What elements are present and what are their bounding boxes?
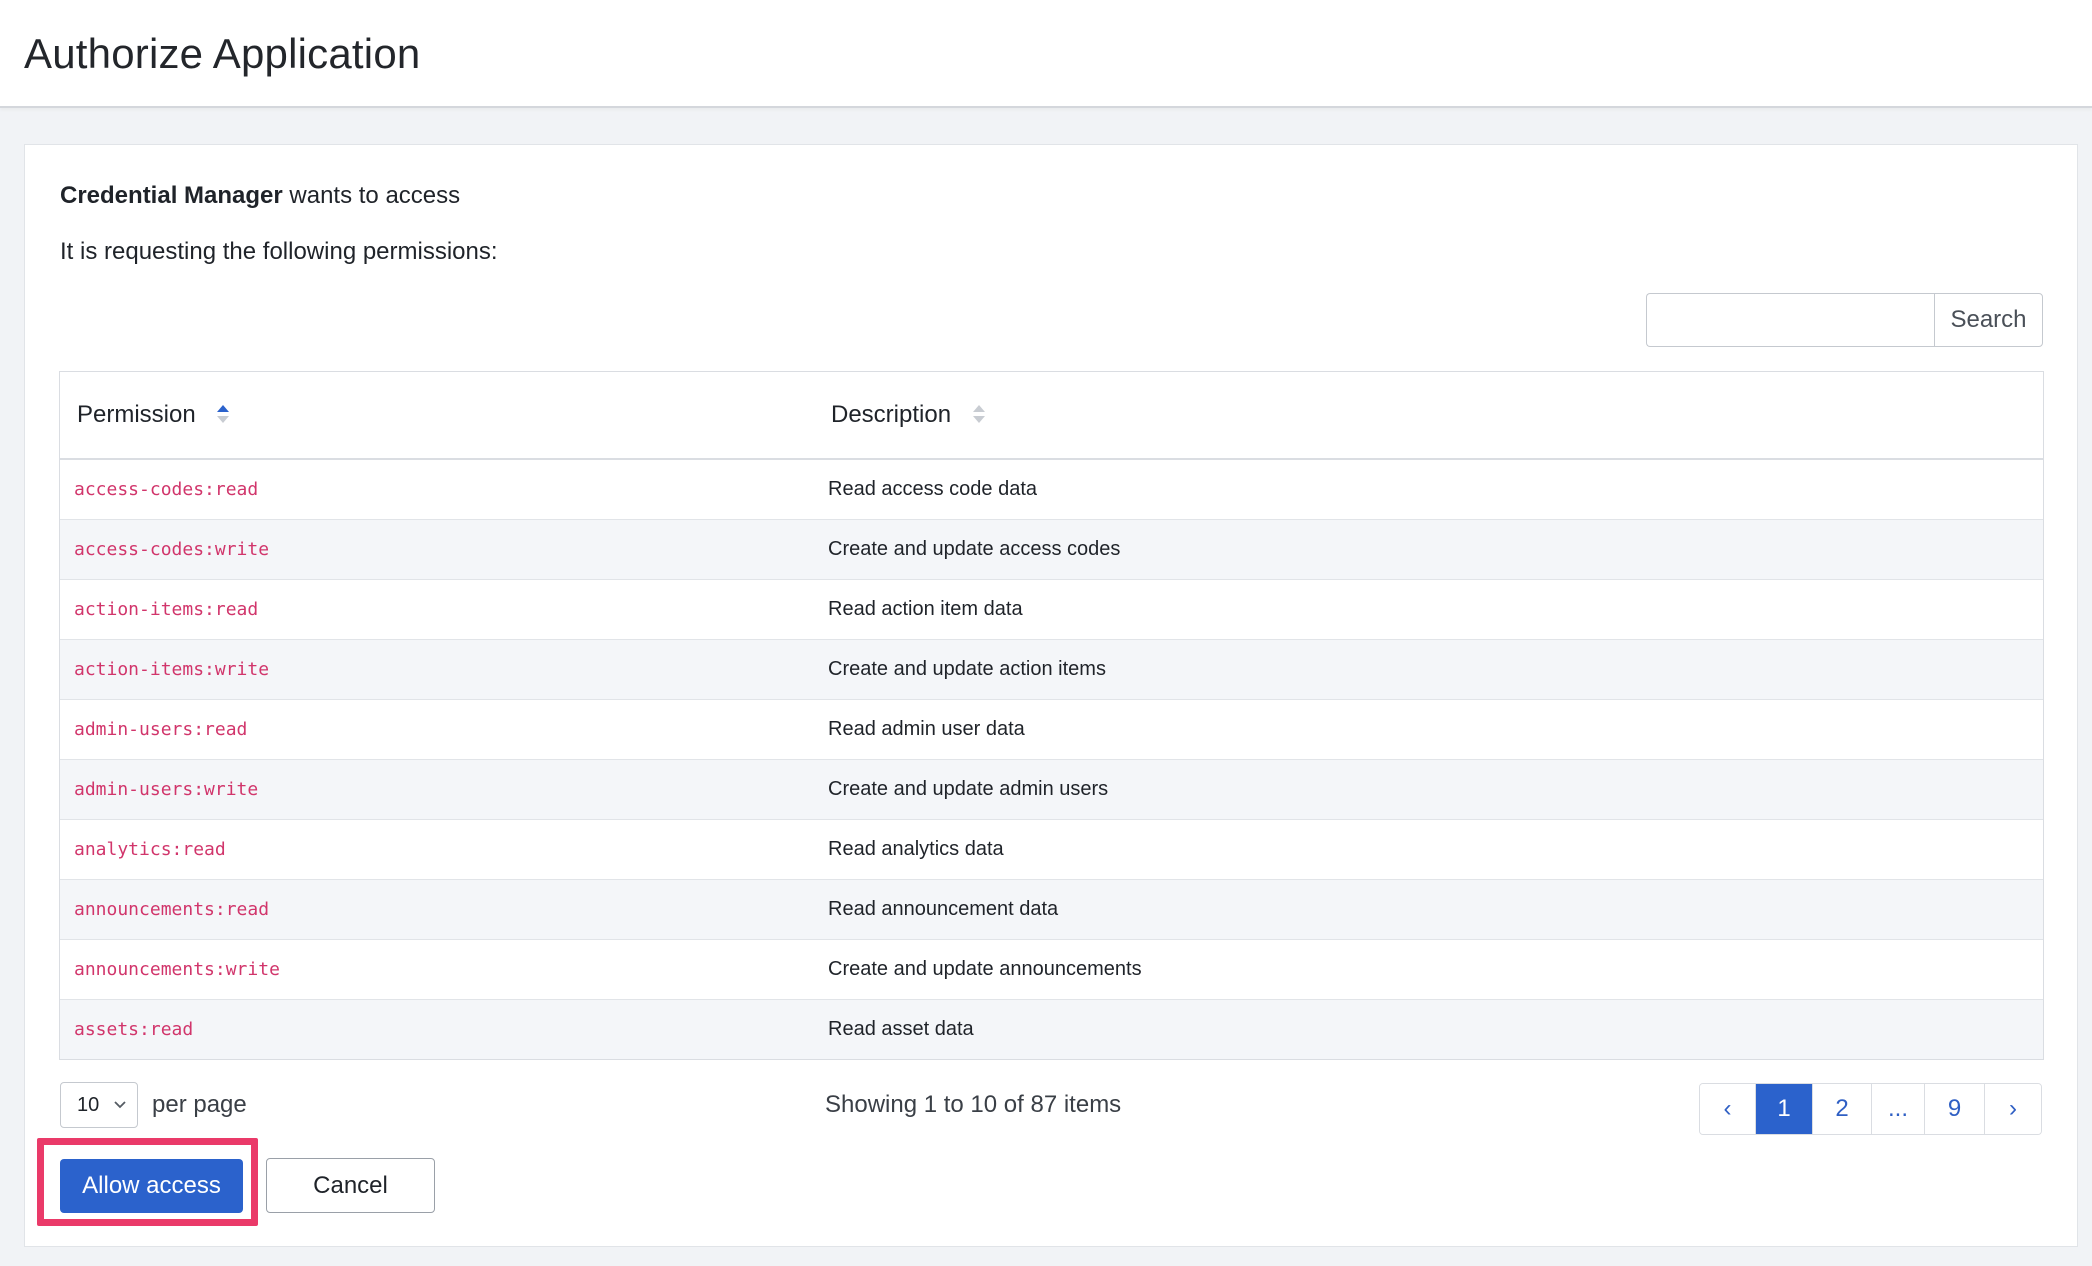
permission-cell: admin-users:read — [60, 699, 812, 760]
description-cell: Read admin user data — [812, 699, 2043, 760]
column-header-label: Description — [831, 401, 952, 428]
permission-cell: announcements:read — [60, 879, 812, 940]
description-cell: Create and update announcements — [812, 939, 2043, 1000]
permissions-table: Permission Description access-codes:read… — [59, 371, 2044, 1060]
allow-access-button[interactable]: Allow access — [60, 1159, 243, 1213]
permission-cell: admin-users:write — [60, 759, 812, 820]
search-button[interactable]: Search — [1934, 293, 2043, 347]
table-row: analytics:read Read analytics data — [60, 819, 2043, 880]
description-cell: Read announcement data — [812, 879, 2043, 940]
table-row: action-items:write Create and update act… — [60, 639, 2043, 700]
permission-cell: analytics:read — [60, 819, 812, 880]
showing-count-text: Showing 1 to 10 of 87 items — [825, 1091, 1122, 1118]
table-row: assets:read Read asset data — [60, 999, 2043, 1059]
table-row: access-codes:write Create and update acc… — [60, 519, 2043, 580]
column-header-permission[interactable]: Permission — [60, 372, 812, 460]
permission-cell: access-codes:read — [60, 459, 812, 520]
column-header-label: Permission — [77, 401, 196, 428]
description-cell: Read access code data — [812, 459, 2043, 520]
app-name: Credential Manager — [60, 182, 283, 209]
cancel-button[interactable]: Cancel — [266, 1158, 435, 1213]
column-header-description[interactable]: Description — [812, 372, 2043, 460]
table-row: action-items:read Read action item data — [60, 579, 2043, 640]
per-page-control: 10 per page — [60, 1082, 247, 1128]
intro-text: Credential Manager wants to access — [60, 181, 460, 211]
table-row: admin-users:read Read admin user data — [60, 699, 2043, 760]
permissions-request-text: It is requesting the following permissio… — [60, 238, 498, 265]
sort-icon — [972, 404, 985, 423]
permission-cell: assets:read — [60, 999, 812, 1059]
table-row: announcements:read Read announcement dat… — [60, 879, 2043, 940]
permission-cell: announcements:write — [60, 939, 812, 1000]
description-cell: Create and update admin users — [812, 759, 2043, 820]
search-input[interactable] — [1646, 293, 1934, 347]
authorization-card: Credential Manager wants to access It is… — [24, 144, 2078, 1247]
permission-cell: access-codes:write — [60, 519, 812, 580]
pagination: ‹ 1 2 ... 9 › — [1699, 1083, 2042, 1135]
permission-cell: action-items:write — [60, 639, 812, 700]
next-page-button[interactable]: › — [1985, 1084, 2041, 1134]
page-button-1[interactable]: 1 — [1756, 1084, 1813, 1134]
previous-page-button[interactable]: ‹ — [1700, 1084, 1756, 1134]
chevron-down-icon — [114, 1101, 126, 1109]
page-header: Authorize Application — [0, 0, 2092, 108]
description-cell: Create and update access codes — [812, 519, 2043, 580]
description-cell: Read analytics data — [812, 819, 2043, 880]
page-button-2[interactable]: 2 — [1813, 1084, 1872, 1134]
page-button-9[interactable]: 9 — [1925, 1084, 1985, 1134]
per-page-select[interactable]: 10 — [60, 1082, 138, 1128]
page-title: Authorize Application — [24, 30, 421, 77]
search-group: Search — [1646, 293, 2043, 347]
sort-ascending-icon — [217, 404, 230, 423]
description-cell: Read action item data — [812, 579, 2043, 640]
description-cell: Read asset data — [812, 999, 2043, 1059]
table-row: admin-users:write Create and update admi… — [60, 759, 2043, 820]
permission-cell: action-items:read — [60, 579, 812, 640]
page-ellipsis: ... — [1872, 1084, 1925, 1134]
per-page-value: 10 — [77, 1093, 100, 1116]
per-page-label: per page — [152, 1091, 247, 1118]
description-cell: Create and update action items — [812, 639, 2043, 700]
table-header-row: Permission Description — [60, 372, 2043, 460]
table-row: access-codes:read Read access code data — [60, 459, 2043, 520]
wants-access-text: wants to access — [282, 182, 461, 209]
table-row: announcements:write Create and update an… — [60, 939, 2043, 1000]
